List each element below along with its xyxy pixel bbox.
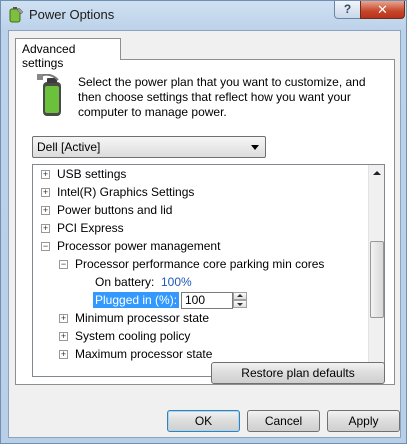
close-button[interactable]: ✕	[360, 1, 405, 19]
collapse-icon[interactable]: −	[59, 260, 68, 269]
advanced-settings-panel: Select the power plan that you want to c…	[15, 59, 395, 385]
ok-button[interactable]: OK	[167, 410, 240, 432]
power-options-window: Power Options ? ✕ Advanced settings Sele…	[0, 0, 407, 444]
settings-tree[interactable]: + USB settings + Intel(R) Graphics Setti…	[32, 164, 385, 377]
tree-item-label: Processor performance core parking min c…	[75, 257, 325, 271]
tree-item-label: System cooling policy	[75, 329, 191, 343]
window-title: Power Options	[29, 7, 115, 22]
tree-item-label: Power buttons and lid	[57, 203, 173, 217]
expand-icon[interactable]: +	[59, 314, 68, 323]
help-button[interactable]: ?	[334, 1, 361, 19]
collapse-icon[interactable]: −	[41, 242, 50, 251]
power-options-icon	[9, 7, 24, 23]
dialog-client-area: Advanced settings Select the power plan …	[8, 30, 401, 438]
chevron-down-icon	[251, 145, 259, 150]
on-battery-value[interactable]: 100%	[161, 273, 192, 291]
battery-plug-icon	[37, 74, 61, 116]
apply-button[interactable]: Apply	[327, 410, 400, 432]
tree-item-label: Processor power management	[57, 239, 221, 253]
tree-scrollbar[interactable]	[368, 165, 384, 376]
restore-plan-defaults-button[interactable]: Restore plan defaults	[211, 362, 385, 384]
on-battery-label: On battery:	[95, 275, 155, 289]
tree-item-label: PCI Express	[57, 221, 124, 235]
plugged-in-spinbox-input[interactable]: 100	[181, 292, 233, 309]
expand-icon[interactable]: +	[41, 170, 50, 179]
power-plan-dropdown[interactable]: Dell [Active]	[32, 136, 266, 158]
expand-icon[interactable]: +	[41, 224, 50, 233]
instructions-text: Select the power plan that you want to c…	[78, 75, 366, 119]
scrollbar-thumb[interactable]	[370, 241, 384, 318]
tab-advanced-settings[interactable]: Advanced settings	[15, 38, 121, 70]
cancel-button[interactable]: Cancel	[247, 410, 320, 432]
expand-icon[interactable]: +	[59, 350, 68, 359]
scroll-up-icon[interactable]	[369, 165, 384, 181]
tree-item-label: Maximum processor state	[75, 347, 213, 361]
plugged-in-label: Plugged in (%):	[93, 292, 180, 308]
spin-up-icon[interactable]	[233, 292, 247, 300]
title-bar: Power Options ? ✕	[1, 1, 406, 27]
expand-icon[interactable]: +	[41, 206, 50, 215]
expand-icon[interactable]: +	[59, 332, 68, 341]
spin-down-icon[interactable]	[233, 300, 247, 308]
tree-item-label: Intel(R) Graphics Settings	[57, 185, 195, 199]
tree-item-label: Minimum processor state	[75, 311, 210, 325]
power-plan-value: Dell [Active]	[37, 140, 101, 154]
expand-icon[interactable]: +	[41, 188, 50, 197]
tree-item-label: USB settings	[57, 167, 127, 181]
plugged-in-spinner[interactable]	[233, 292, 247, 309]
